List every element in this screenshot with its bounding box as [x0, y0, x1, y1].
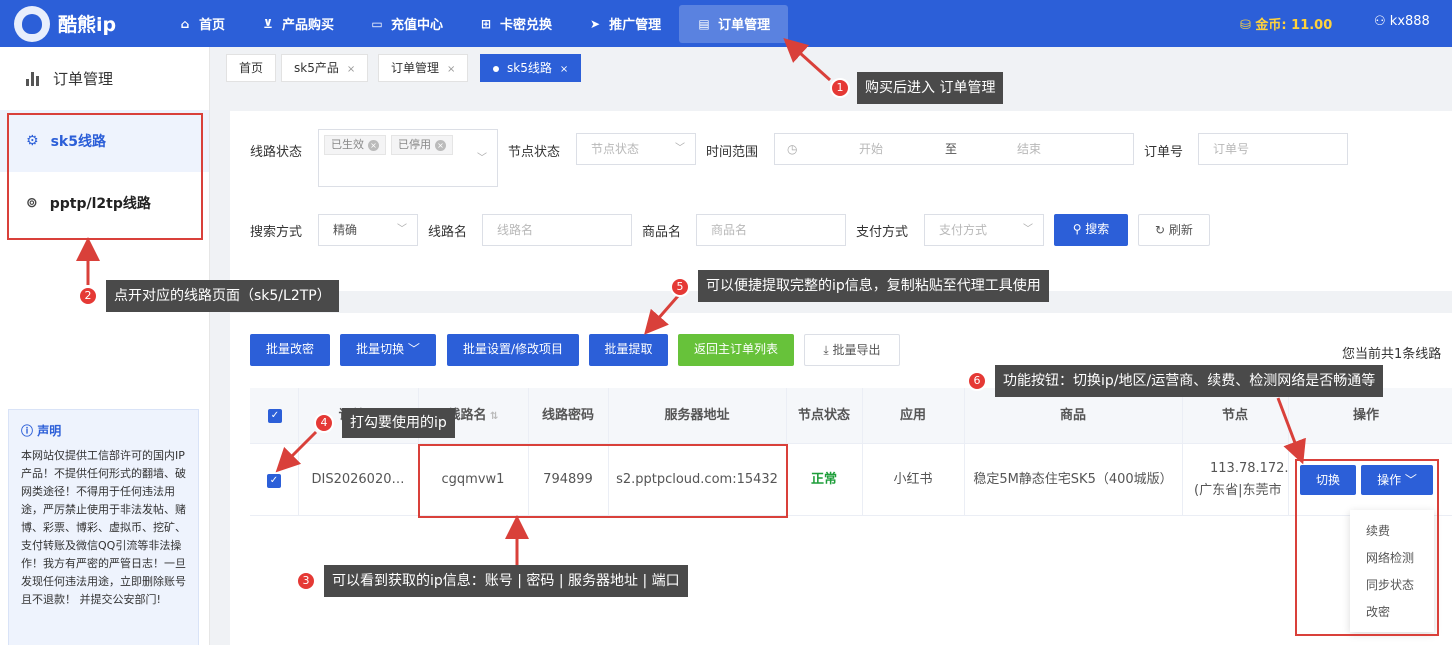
annotation-5: 可以便捷提取完整的ip信息，复制粘贴至代理工具使用	[698, 270, 1049, 302]
annotation-number-1: 1	[830, 78, 850, 98]
annotation-number-3: 3	[296, 571, 316, 591]
annotation-4: 打勾要使用的ip	[342, 408, 455, 438]
annotation-2: 点开对应的线路页面（sk5/L2TP）	[106, 280, 339, 312]
annotation-arrows	[76, 37, 1306, 570]
annotation-number-4: 4	[314, 413, 334, 433]
annotation-number-5: 5	[670, 277, 690, 297]
annotation-3: 可以看到获取的ip信息：账号 | 密码 | 服务器地址 | 端口	[324, 565, 688, 597]
annotation-1: 购买后进入 订单管理	[857, 72, 1004, 104]
annotation-6: 功能按钮：切换ip/地区/运营商、续费、检测网络是否畅通等	[995, 365, 1384, 397]
annotation-number-6: 6	[967, 371, 987, 391]
annotation-number-2: 2	[78, 286, 98, 306]
